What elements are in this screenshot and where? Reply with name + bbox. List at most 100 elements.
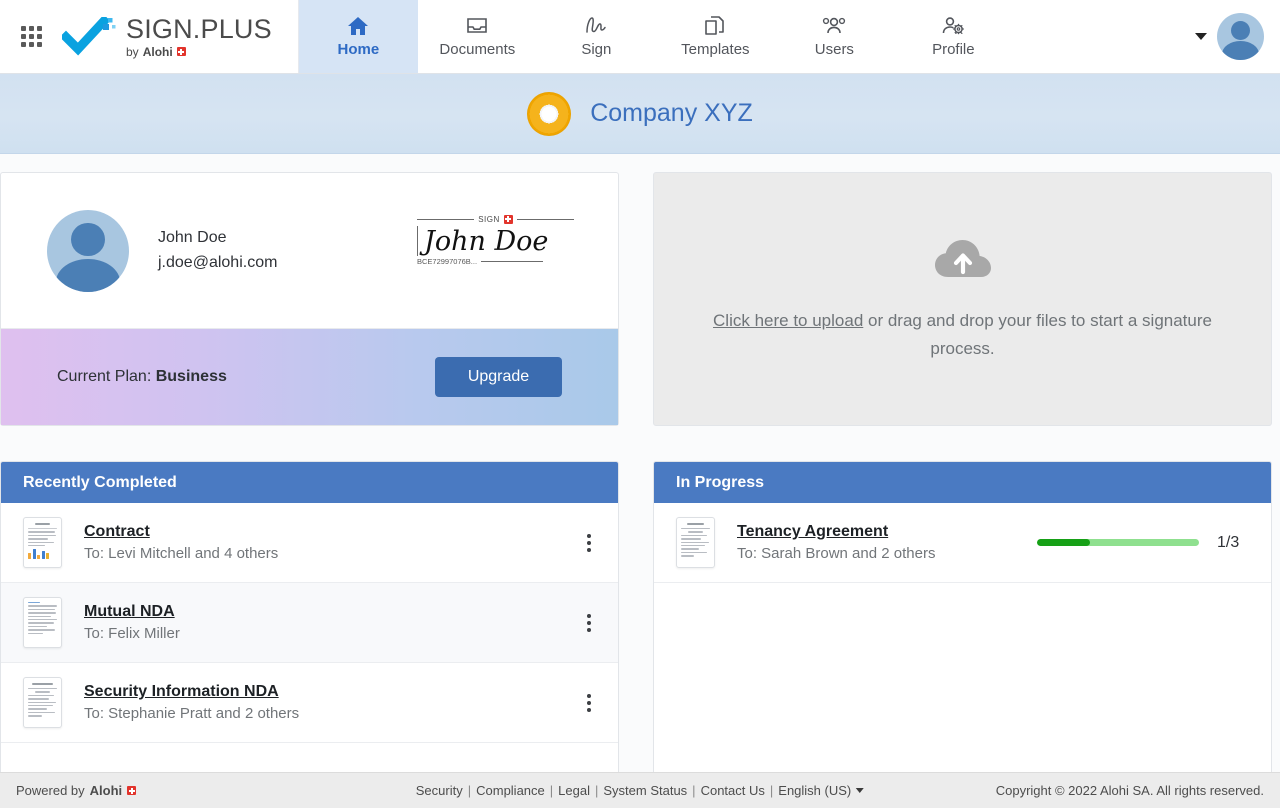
tab-sign-label: Sign (581, 41, 611, 58)
divider: | (770, 783, 773, 798)
document-thumbnail (23, 597, 62, 648)
upload-column: Click here to upload or drag and drop yo… (653, 172, 1272, 426)
footer-link-contact-us[interactable]: Contact Us (701, 783, 765, 798)
signature-stamp-footer: BCE72997076B... (417, 257, 574, 266)
signature-icon (583, 15, 609, 37)
document-meta: Security Information NDA To: Stephanie P… (84, 683, 299, 722)
language-label: English (US) (778, 783, 851, 798)
swiss-flag-icon (127, 786, 136, 795)
signature-stamp-body: John Doe (417, 226, 574, 257)
kebab-menu-icon[interactable] (578, 691, 600, 715)
footer-link-system-status[interactable]: System Status (603, 783, 687, 798)
in-progress-column: In Progress (653, 461, 1272, 781)
swiss-flag-icon (177, 47, 186, 56)
chevron-down-icon (856, 788, 864, 793)
lists-row: Recently Completed (0, 461, 1280, 781)
users-icon (820, 15, 848, 37)
document-meta: Contract To: Levi Mitchell and 4 others (84, 523, 278, 562)
profile-email: j.doe@alohi.com (158, 251, 277, 276)
document-title[interactable]: Mutual NDA (84, 603, 175, 621)
document-recipients: To: Sarah Brown and 2 others (737, 545, 935, 562)
copyright: Copyright © 2022 Alohi SA. All rights re… (996, 783, 1264, 798)
divider: | (595, 783, 598, 798)
apps-grid-button[interactable] (0, 0, 62, 73)
signature-name: John Doe (424, 227, 574, 257)
tab-documents-label: Documents (439, 41, 515, 58)
document-title[interactable]: Contract (84, 523, 150, 541)
progress-bar-fill (1037, 539, 1090, 546)
grid-apps-icon (21, 26, 42, 47)
tab-documents[interactable]: Documents (418, 0, 537, 73)
tab-users[interactable]: Users (775, 0, 894, 73)
signature-stamp-header: SIGN (417, 215, 574, 224)
signature-code: BCE72997076B... (417, 257, 477, 266)
swiss-flag-icon (504, 215, 513, 224)
page-footer: Powered by Alohi Security | Compliance |… (0, 772, 1280, 808)
progress-label: 1/3 (1217, 534, 1245, 552)
kebab-menu-icon[interactable] (578, 611, 600, 635)
in-progress-panel: In Progress (653, 461, 1272, 781)
inbox-icon (465, 15, 489, 37)
plan-label: Current Plan: (57, 368, 151, 385)
brand-logo-signplus[interactable]: SIGN.PLUS by Alohi (62, 0, 298, 73)
in-progress-list: Tenancy Agreement To: Sarah Brown and 2 … (654, 503, 1271, 583)
recently-completed-title: Recently Completed (1, 462, 618, 503)
language-selector[interactable]: English (US) (778, 783, 864, 798)
signplus-check-icon (62, 17, 118, 57)
user-gear-icon (940, 15, 966, 37)
table-row[interactable]: Contract To: Levi Mitchell and 4 others (1, 503, 618, 583)
upgrade-button[interactable]: Upgrade (435, 357, 562, 397)
plan-value: Business (156, 368, 227, 385)
brand-tagline-name: Alohi (143, 46, 173, 58)
document-thumbnail (676, 517, 715, 568)
powered-by: Powered by Alohi (16, 783, 136, 798)
document-title[interactable]: Security Information NDA (84, 683, 279, 701)
app-root: SIGN.PLUS by Alohi Home D (0, 0, 1280, 808)
company-banner: Company XYZ (0, 74, 1280, 154)
profile-avatar (47, 210, 129, 292)
footer-link-compliance[interactable]: Compliance (476, 783, 545, 798)
account-avatar[interactable] (1217, 13, 1264, 60)
footer-links: Security | Compliance | Legal | System S… (416, 783, 864, 798)
upload-link[interactable]: Click here to upload (713, 311, 863, 330)
in-progress-title: In Progress (654, 462, 1271, 503)
copy-icon (703, 15, 727, 37)
document-title[interactable]: Tenancy Agreement (737, 523, 888, 541)
recently-completed-column: Recently Completed (0, 461, 619, 781)
top-navigation-bar: SIGN.PLUS by Alohi Home D (0, 0, 1280, 74)
divider: | (468, 783, 471, 798)
progress-bar (1037, 539, 1199, 546)
document-thumbnail (23, 677, 62, 728)
brand-tagline: by Alohi (126, 46, 272, 58)
profile-identity: John Doe j.doe@alohi.com (158, 226, 277, 276)
signature-stamp[interactable]: SIGN John Doe BCE72997076B... (417, 215, 574, 287)
brand-name: SIGN.PLUS (126, 16, 272, 43)
tab-templates[interactable]: Templates (656, 0, 775, 73)
profile-column: John Doe j.doe@alohi.com SIGN J (0, 172, 619, 426)
account-menu (1195, 0, 1280, 73)
document-meta: Mutual NDA To: Felix Miller (84, 603, 180, 642)
table-row[interactable]: Tenancy Agreement To: Sarah Brown and 2 … (654, 503, 1271, 583)
table-row[interactable]: Security Information NDA To: Stephanie P… (1, 663, 618, 743)
nav-tabs: Home Documents Sign Te (298, 0, 1280, 73)
recently-completed-list: Contract To: Levi Mitchell and 4 others (1, 503, 618, 743)
tab-templates-label: Templates (681, 41, 749, 58)
tab-profile[interactable]: Profile (894, 0, 1013, 73)
footer-link-security[interactable]: Security (416, 783, 463, 798)
chevron-down-icon[interactable] (1195, 33, 1207, 40)
plan-banner: Current Plan: Business Upgrade (1, 329, 618, 425)
footer-link-legal[interactable]: Legal (558, 783, 590, 798)
company-logo-icon (527, 92, 571, 136)
main-content: John Doe j.doe@alohi.com SIGN J (0, 154, 1280, 808)
signature-progress: 1/3 (1037, 534, 1253, 552)
upload-instructions: Click here to upload or drag and drop yo… (698, 307, 1228, 361)
recently-completed-panel: Recently Completed (0, 461, 619, 781)
table-row[interactable]: Mutual NDA To: Felix Miller (1, 583, 618, 663)
tab-home[interactable]: Home (299, 0, 418, 73)
upload-dropzone[interactable]: Click here to upload or drag and drop yo… (653, 172, 1272, 426)
tab-sign[interactable]: Sign (537, 0, 656, 73)
kebab-menu-icon[interactable] (578, 531, 600, 555)
divider: | (550, 783, 553, 798)
document-recipients: To: Levi Mitchell and 4 others (84, 545, 278, 562)
top-cards-row: John Doe j.doe@alohi.com SIGN J (0, 172, 1280, 426)
